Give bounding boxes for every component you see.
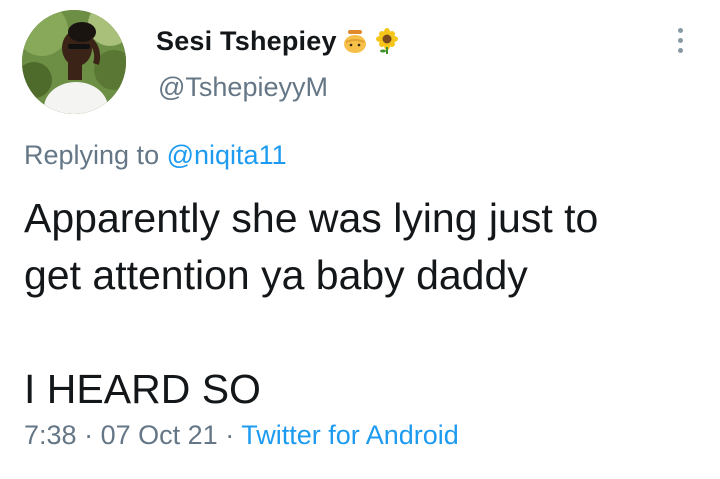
tweet-date[interactable]: 07 Oct 21 bbox=[101, 420, 218, 450]
more-dot bbox=[677, 37, 683, 43]
more-dot bbox=[677, 47, 683, 53]
meta-separator: · bbox=[84, 420, 94, 450]
name-row: Sesi Tshepiey bbox=[156, 22, 401, 60]
tweet-card: Sesi Tshepiey @TshepieyyM Replying to @n… bbox=[0, 0, 720, 479]
replying-prefix: Replying to bbox=[24, 140, 160, 170]
more-options-icon[interactable] bbox=[668, 22, 692, 58]
tweet-meta: 7:38 · 07 Oct 21 · Twitter for Android bbox=[24, 420, 459, 451]
tweet-time[interactable]: 7:38 bbox=[24, 420, 77, 450]
tweet-text: Apparently she was lying just to get att… bbox=[24, 190, 694, 418]
avatar[interactable] bbox=[22, 10, 126, 114]
more-dot bbox=[677, 27, 683, 33]
tweet-source-link[interactable]: Twitter for Android bbox=[241, 420, 459, 450]
tweet-line: Apparently she was lying just to bbox=[24, 195, 599, 241]
replying-to: Replying to @niqita11 bbox=[24, 140, 287, 171]
user-handle[interactable]: @TshepieyyM bbox=[158, 72, 328, 103]
sunflower-icon bbox=[373, 27, 401, 55]
tweet-line: get attention ya baby daddy bbox=[24, 252, 528, 298]
display-name[interactable]: Sesi Tshepiey bbox=[156, 26, 337, 57]
meta-separator: · bbox=[225, 420, 235, 450]
tweet-line: I HEARD SO bbox=[24, 366, 261, 412]
honey-pot-icon bbox=[341, 27, 369, 55]
reply-mention-link[interactable]: @niqita11 bbox=[167, 140, 287, 170]
